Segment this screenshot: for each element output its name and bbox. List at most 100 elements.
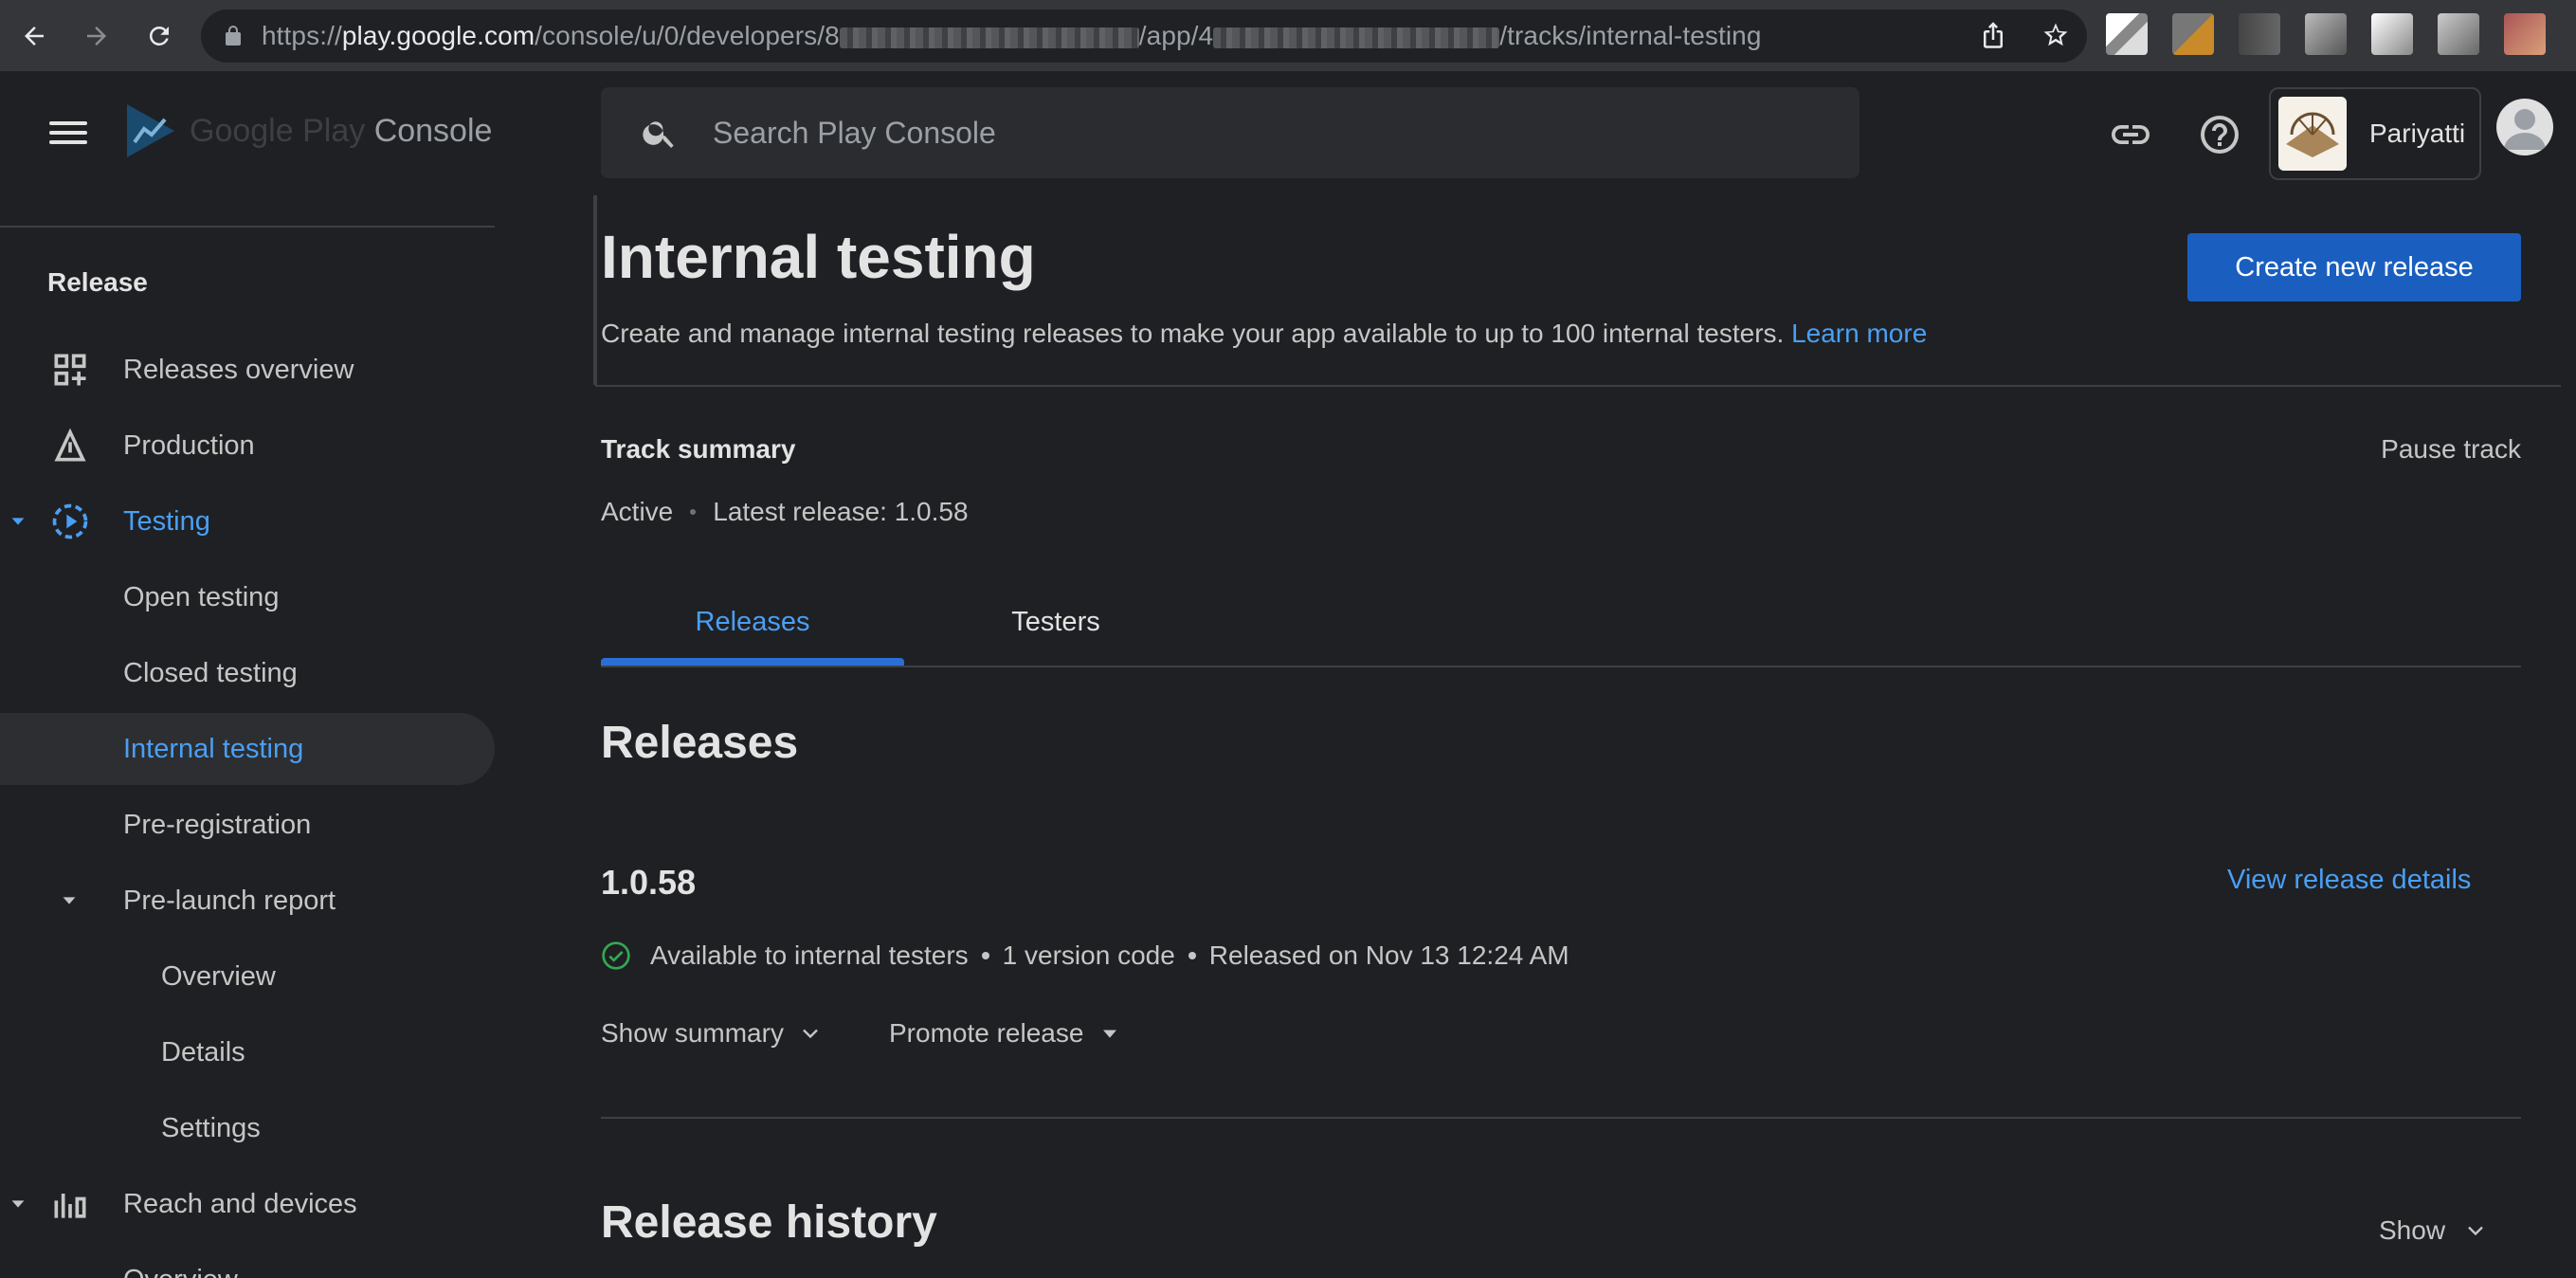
show-release-history-button[interactable]: Show [2379,1215,2489,1246]
brand-name: Google Play Console [190,112,493,149]
sidebar-item-label: Releases overview [123,354,354,385]
sidebar-item-closed-testing[interactable]: Closed testing [0,637,495,709]
show-summary-label: Show summary [601,1018,784,1048]
bookmark-star-icon[interactable] [2041,21,2070,49]
extension-icon[interactable] [2438,13,2479,55]
chevron-down-icon [803,1029,818,1039]
dashboard-icon [54,354,86,386]
menu-icon[interactable] [49,116,87,154]
extension-icon[interactable] [2371,13,2413,55]
search-icon [643,121,674,148]
play-console-logo-icon [127,104,174,157]
release-availability: Available to internal testers [650,940,969,970]
tab-label: Testers [1011,607,1100,637]
browser-toolbar: https://play.google.com/console/u/0/deve… [0,0,2576,72]
check-circle-icon [602,941,630,970]
sidebar-item-label: Reach and devices [123,1188,357,1219]
create-new-release-button[interactable]: Create new release [2187,233,2521,301]
separator-dot [1188,952,1196,959]
release-history-title: Release history [601,1197,937,1248]
address-bar[interactable]: https://play.google.com/console/u/0/deve… [201,9,2087,63]
redacted-id [1213,27,1500,48]
sidebar-item-pre-launch-settings[interactable]: Settings [0,1092,495,1164]
sidebar-item-pre-registration[interactable]: Pre-registration [0,789,495,861]
sidebar-item-label: Overview [161,960,276,992]
sidebar: Release Releases overview Production Tes… [0,195,495,1278]
sidebar-item-reach-overview[interactable]: Overview [0,1244,495,1278]
sidebar-item-testing[interactable]: Testing [0,485,495,557]
extension-icon[interactable] [2106,13,2148,55]
back-button[interactable] [6,8,63,64]
sidebar-section-header: Release [47,267,148,297]
separator-dot [981,952,989,959]
extension-icon[interactable] [2305,13,2347,55]
account-switcher[interactable]: Pariyatti [2269,87,2481,180]
sidebar-item-reach-and-devices[interactable]: Reach and devices [0,1168,495,1240]
arrow-right-icon [87,26,106,46]
sidebar-item-pre-launch-overview[interactable]: Overview [0,940,495,1013]
lock-icon [226,26,241,46]
caret-down-icon [11,518,25,525]
sidebar-item-label: Pre-registration [123,809,312,840]
release-status: Available to internal testers 1 version … [601,940,1569,971]
promote-release-button[interactable]: Promote release [889,1018,1123,1049]
caret-down-icon [63,897,76,904]
bar-chart-icon [54,1194,86,1218]
sidebar-item-open-testing[interactable]: Open testing [0,561,495,633]
extension-icon[interactable] [2239,13,2280,55]
sidebar-item-releases-overview[interactable]: Releases overview [0,334,495,406]
avatar[interactable] [2496,99,2553,155]
sidebar-item-label: Open testing [123,581,280,612]
help-icon[interactable] [2197,112,2242,157]
caret-down-icon [1103,1030,1117,1038]
sidebar-item-label: Overview [123,1265,238,1278]
show-summary-button[interactable]: Show summary [601,1018,824,1049]
reload-button[interactable] [131,8,188,64]
sidebar-item-pre-launch-details[interactable]: Details [0,1016,495,1088]
reload-icon [149,26,169,46]
sidebar-item-label: Internal testing [123,733,304,764]
sidebar-item-label: Pre-launch report [123,885,336,916]
sidebar-item-label: Details [161,1036,245,1068]
track-status: Active Latest release: 1.0.58 [601,497,969,527]
release-version-codes: 1 version code [1002,940,1175,970]
production-icon [54,428,86,462]
sidebar-item-label: Settings [161,1112,261,1143]
view-release-details-link[interactable]: View release details [2227,865,2471,896]
scroll-indicator [593,195,597,385]
show-label: Show [2379,1215,2446,1245]
releases-section-title: Releases [601,718,799,768]
release-date: Released on Nov 13 12:24 AM [1208,940,1569,970]
sidebar-item-pre-launch-report[interactable]: Pre-launch report [0,865,495,937]
learn-more-link[interactable]: Learn more [1791,319,1927,348]
link-icon[interactable] [2108,112,2153,157]
profile-icon[interactable] [2504,13,2546,55]
brand[interactable]: Google Play Console [123,100,492,161]
app-header: Google Play Console Search Play Console … [0,72,2576,195]
forward-button[interactable] [68,8,125,64]
sidebar-item-label: Testing [123,505,210,537]
extensions-area [2106,13,2546,55]
sidebar-item-label: Production [123,429,255,461]
pause-track-button[interactable]: Pause track [2381,434,2521,465]
track-summary-label: Track summary [601,434,796,464]
sidebar-item-internal-testing[interactable]: Internal testing [0,713,495,785]
tabs-divider [601,666,2521,667]
active-tab-indicator [601,658,904,666]
page-description: Create and manage internal testing relea… [601,319,1928,348]
search-input[interactable]: Search Play Console [601,87,1859,178]
main-content: Internal testing Create and manage inter… [593,195,2561,1278]
url-text: https://play.google.com/console/u/0/deve… [262,21,1762,50]
sidebar-item-label: Closed testing [123,657,298,688]
account-name: Pariyatti [2369,119,2466,148]
redacted-id [839,27,1139,48]
extension-icon[interactable] [2172,13,2214,55]
tab-label: Releases [695,607,810,637]
person-icon [2504,109,2546,150]
share-icon[interactable] [1979,21,2007,49]
search-placeholder: Search Play Console [713,115,996,150]
sidebar-item-production[interactable]: Production [0,410,495,482]
promote-release-label: Promote release [889,1018,1084,1048]
page-title: Internal testing [601,223,1036,291]
caret-down-icon [11,1200,25,1208]
